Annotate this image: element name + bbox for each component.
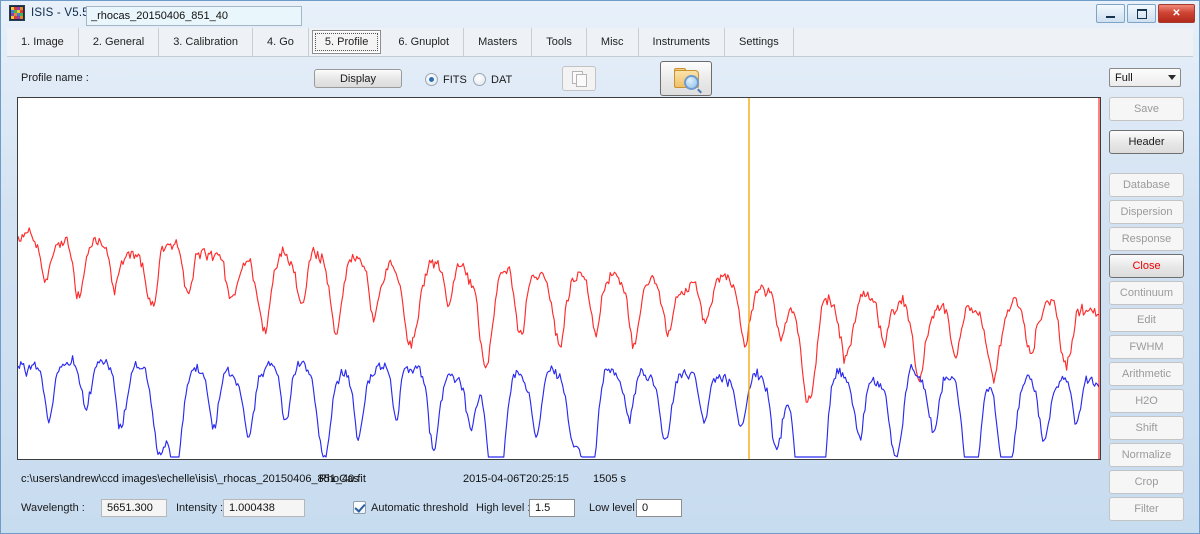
- action-button-dispersion: Dispersion: [1109, 200, 1184, 224]
- action-button-label: Dispersion: [1121, 206, 1173, 218]
- format-radio-fits[interactable]: FITS: [425, 73, 467, 86]
- action-button-label: Shift: [1135, 422, 1157, 434]
- timestamp-text: 2015-04-06T20:25:15: [463, 473, 569, 485]
- maximize-button[interactable]: [1127, 4, 1156, 23]
- high-level-input[interactable]: 1.5: [529, 499, 575, 517]
- low-level-label: Low level :: [589, 502, 641, 514]
- isis-main-window: ISIS - V5.5.2 ✕ 1. Image2. General3. Cal…: [0, 0, 1200, 534]
- spectrum-trace-target-spectrum: [18, 356, 1099, 457]
- minimize-icon: [1106, 16, 1115, 18]
- copy-button[interactable]: [562, 66, 596, 91]
- action-button-continuum: Continuum: [1109, 281, 1184, 305]
- tab-instruments[interactable]: Instruments: [639, 28, 725, 56]
- action-button-h2o: H2O: [1109, 389, 1184, 413]
- wavelength-value: 5651.300: [101, 499, 167, 517]
- action-button-edit: Edit: [1109, 308, 1184, 332]
- profile-name-input[interactable]: [86, 6, 302, 26]
- intensity-value: 1.000438: [223, 499, 305, 517]
- intensity-label: Intensity :: [176, 502, 223, 514]
- window-controls: ✕: [1096, 4, 1195, 23]
- action-button-label: Database: [1123, 179, 1170, 191]
- action-button-label: H2O: [1135, 395, 1158, 407]
- tab-bar: 1. Image 2. General 3. Calibration 4. Go 5. …: [7, 28, 1193, 57]
- tab-1-image[interactable]: 1. Image: [7, 28, 79, 56]
- exposure-text: 1505 s: [593, 473, 626, 485]
- profile-toolbar: Profile name :: [1, 63, 1199, 95]
- tab-label: Settings: [739, 36, 779, 48]
- action-button-arithmetic: Arithmetic: [1109, 362, 1184, 386]
- measurement-bar: Wavelength : 5651.300 Intensity : 1.0004…: [1, 497, 1199, 521]
- display-button-label: Display: [340, 73, 376, 85]
- radio-dat-indicator: [473, 73, 486, 86]
- tab-label: 4. Go: [267, 36, 294, 48]
- action-button-close[interactable]: Close: [1109, 254, 1184, 278]
- radio-dat-label: DAT: [491, 74, 512, 86]
- tab-2-general[interactable]: 2. General: [79, 28, 159, 56]
- automatic-threshold-label: Automatic threshold: [371, 502, 468, 514]
- tab-label: 3. Calibration: [173, 36, 238, 48]
- close-icon: ✕: [1172, 9, 1180, 19]
- low-level-input[interactable]: 0: [636, 499, 682, 517]
- action-button-response: Response: [1109, 227, 1184, 251]
- action-button-label: Close: [1132, 260, 1160, 272]
- high-level-label: High level :: [476, 502, 530, 514]
- tab-label: 6. Gnuplot: [398, 36, 449, 48]
- action-button-fwhm: FWHM: [1109, 335, 1184, 359]
- tab-label: 5. Profile: [325, 36, 368, 48]
- tab-label: Instruments: [653, 36, 710, 48]
- profile-name-label: Profile name :: [21, 72, 89, 84]
- tab-6-gnuplot[interactable]: 6. Gnuplot: [384, 28, 464, 56]
- chevron-down-icon: [1168, 75, 1176, 80]
- format-radio-dat[interactable]: DAT: [473, 73, 512, 86]
- action-button-label: Response: [1122, 233, 1172, 245]
- radio-fits-label: FITS: [443, 74, 467, 86]
- mode-select[interactable]: Full: [1109, 68, 1181, 87]
- tab-label: Tools: [546, 36, 572, 48]
- browse-button[interactable]: [660, 61, 712, 96]
- tab-tools[interactable]: Tools: [532, 28, 587, 56]
- automatic-threshold-checkbox[interactable]: [353, 501, 366, 514]
- tab-3-calibration[interactable]: 3. Calibration: [159, 28, 253, 56]
- action-button-database: Database: [1109, 173, 1184, 197]
- display-button[interactable]: Display: [314, 69, 402, 88]
- action-button-label: Normalize: [1122, 449, 1172, 461]
- spectrum-plot-canvas: [18, 98, 1100, 459]
- close-button[interactable]: ✕: [1158, 4, 1195, 23]
- action-button-label: Save: [1134, 103, 1159, 115]
- folder-search-icon: [674, 69, 698, 88]
- tab-5-profile[interactable]: 5. Profile: [312, 30, 381, 54]
- action-button-header[interactable]: Header: [1109, 130, 1184, 154]
- isis-app-icon: [9, 5, 25, 21]
- action-button-label: FWHM: [1129, 341, 1163, 353]
- tab-label: Masters: [478, 36, 517, 48]
- tab-label: 2. General: [93, 36, 144, 48]
- object-name-text: RhoCas: [319, 473, 359, 485]
- action-button-normalize: Normalize: [1109, 443, 1184, 467]
- copy-icon: [572, 71, 587, 86]
- action-button-save: Save: [1109, 97, 1184, 121]
- action-button-label: Arithmetic: [1122, 368, 1171, 380]
- action-button-label: Header: [1128, 136, 1164, 148]
- tab-masters[interactable]: Masters: [464, 28, 532, 56]
- wavelength-label: Wavelength :: [21, 502, 85, 514]
- spectrum-plot[interactable]: [17, 97, 1101, 460]
- action-button-shift: Shift: [1109, 416, 1184, 440]
- action-button-label: Continuum: [1120, 287, 1173, 299]
- tab-label: Misc: [601, 36, 624, 48]
- minimize-button[interactable]: [1096, 4, 1125, 23]
- radio-fits-indicator: [425, 73, 438, 86]
- tab-settings[interactable]: Settings: [725, 28, 794, 56]
- mode-select-value: Full: [1110, 72, 1133, 84]
- status-line: c:\users\andrew\ccd images\echelle\isis\…: [1, 473, 1199, 491]
- maximize-icon: [1137, 9, 1147, 19]
- tab-label: 1. Image: [21, 36, 64, 48]
- action-panel: Full Save Header Database Dispersion Respons…: [1095, 63, 1199, 533]
- tab-misc[interactable]: Misc: [587, 28, 639, 56]
- file-path-text: c:\users\andrew\ccd images\echelle\isis\…: [21, 473, 366, 485]
- action-button-label: Edit: [1137, 314, 1156, 326]
- tab-4-go[interactable]: 4. Go: [253, 28, 309, 56]
